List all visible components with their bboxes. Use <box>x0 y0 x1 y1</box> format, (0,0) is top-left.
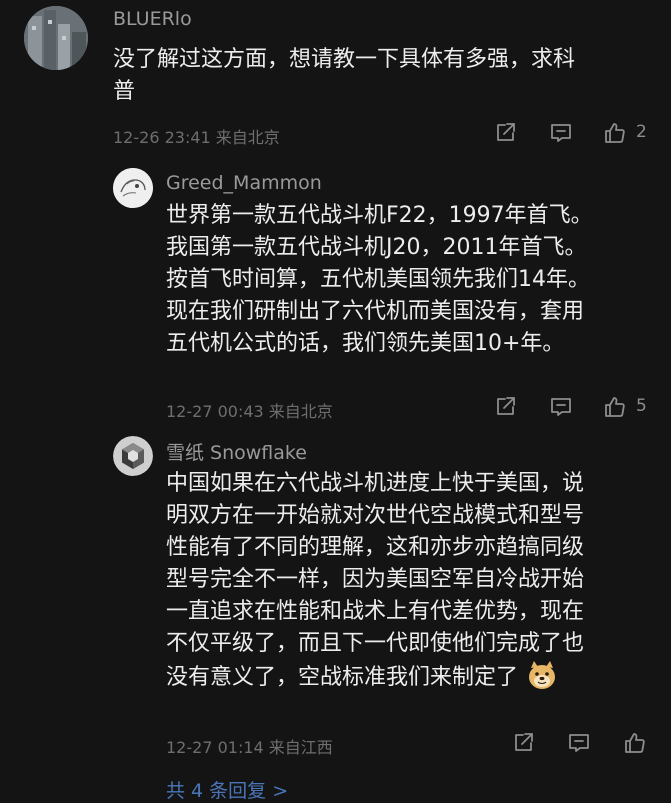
comment-icon <box>549 121 573 145</box>
text-line: 我国第一款五代战斗机J20，2011年首飞。 <box>166 235 587 260</box>
share-icon <box>493 395 517 419</box>
text-line: 中国如果在六代战斗机进度上快于美国，说 <box>166 471 585 496</box>
thumbs-up-icon <box>603 121 627 145</box>
comment-text: 没了解过这方面，想请教一下具体有多强，求科 普 <box>113 44 653 108</box>
text-line: 不仅平级了，而且下一代即使他们完成了也 <box>166 628 656 660</box>
avatar[interactable] <box>24 6 88 70</box>
comment-icon <box>567 731 591 755</box>
avatar[interactable] <box>113 168 153 208</box>
comment-text: 世界第一款五代战斗机F22，1997年首飞。 我国第一款五代战斗机J20，201… <box>166 200 656 360</box>
share-button[interactable] <box>508 728 538 758</box>
username[interactable]: Greed_Mammon <box>166 172 322 194</box>
text-line: 现在我们研制出了六代机而美国没有，套用 <box>166 299 585 324</box>
like-button[interactable] <box>600 118 630 148</box>
text-line: 按首飞时间算，五代机美国领先我们14年。 <box>166 267 590 292</box>
comment-text: 中国如果在六代战斗机进度上快于美国，说 明双方在一开始就对次世代空战模式和型号 … <box>166 468 656 694</box>
share-button[interactable] <box>490 392 520 422</box>
comment-icon <box>549 395 573 419</box>
view-more-replies-link[interactable]: 共 4 条回复 > <box>166 776 288 803</box>
like-button[interactable] <box>620 728 650 758</box>
text-line: 世界第一款五代战斗机F22，1997年首飞。 <box>166 203 593 228</box>
avatar[interactable] <box>113 436 153 476</box>
like-count: 5 <box>636 396 647 416</box>
text-line: 性能有了不同的理解，这和亦步亦趋搞同级 <box>166 535 585 560</box>
share-button[interactable] <box>490 118 520 148</box>
text-line: 型号完全不一样，因为美国空军自冷战开始 <box>166 567 585 592</box>
text-line: 明双方在一开始就对次世代空战模式和型号 <box>166 503 585 528</box>
share-icon <box>511 731 535 755</box>
share-icon <box>493 121 517 145</box>
text-line-content: 不仅平级了，而且下一代即使他们完成了也 <box>166 631 585 656</box>
username[interactable]: 雪纸 Snowflake <box>166 438 307 465</box>
text-line: 没了解过这方面，想请教一下具体有多强，求科 <box>113 47 576 72</box>
reply-button[interactable] <box>564 728 594 758</box>
like-button[interactable] <box>600 392 630 422</box>
thumbs-up-icon <box>623 731 647 755</box>
text-line-content: 没有意义了，空战标准我们来制定了 <box>166 665 519 690</box>
action-bar <box>0 728 671 758</box>
reply-button[interactable] <box>546 392 576 422</box>
text-line: 五代机公式的话，我们领先美国10+年。 <box>166 331 565 356</box>
action-bar: 2 <box>0 118 671 148</box>
action-bar: 5 <box>0 392 671 422</box>
username[interactable]: BLUERlo <box>113 8 192 30</box>
doge-emoji-icon <box>527 660 557 690</box>
like-count: 2 <box>636 122 647 142</box>
text-line: 没有意义了，空战标准我们来制定了 <box>166 660 656 694</box>
text-line: 普 <box>113 79 136 104</box>
text-line: 一直追求在性能和战术上有代差优势，现在 <box>166 599 585 624</box>
thumbs-up-icon <box>603 395 627 419</box>
reply-button[interactable] <box>546 118 576 148</box>
